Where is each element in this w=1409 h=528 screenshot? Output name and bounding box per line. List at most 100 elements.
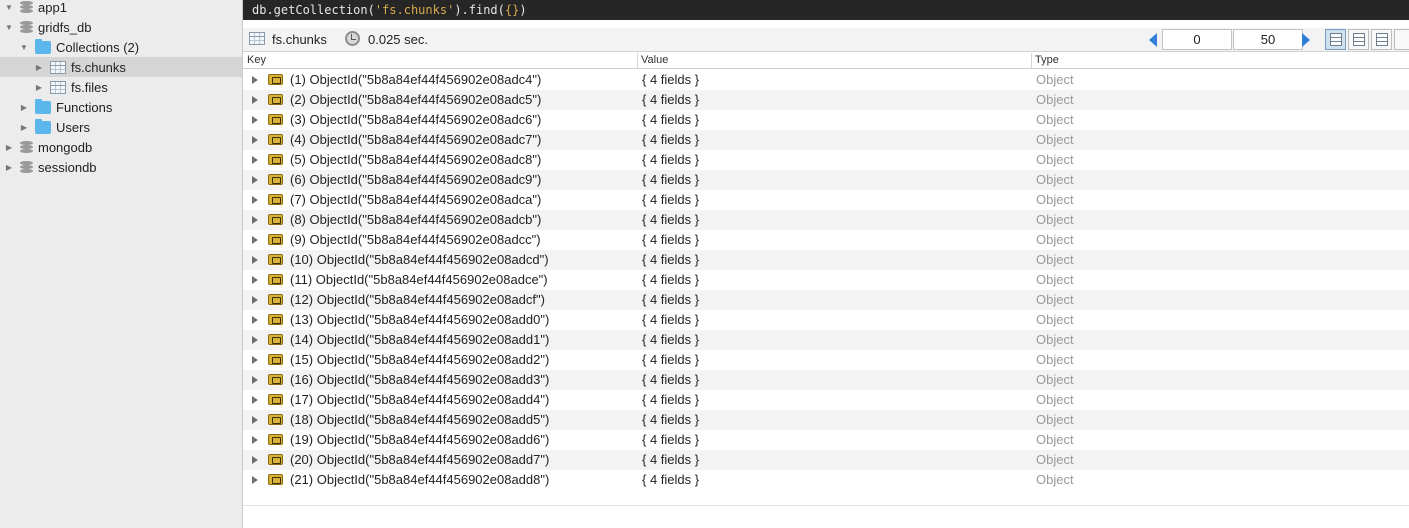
table-row[interactable]: (15) ObjectId("5b8a84ef44f456902e08add2"… (243, 350, 1409, 370)
table-row[interactable]: (6) ObjectId("5b8a84ef44f456902e08adc9")… (243, 170, 1409, 190)
row-key: (14) ObjectId("5b8a84ef44f456902e08add1"… (290, 332, 550, 347)
document-icon (268, 314, 283, 325)
table-view-icon (1353, 33, 1365, 46)
row-type: Object (1036, 72, 1074, 87)
tree-item[interactable]: ▼ gridfs_db (0, 17, 242, 37)
expand-arrow-icon[interactable] (252, 76, 258, 84)
row-key: (4) ObjectId("5b8a84ef44f456902e08adc7") (290, 132, 542, 147)
tree-item-label: mongodb (38, 139, 93, 155)
chevron-right-icon[interactable]: ▶ (34, 62, 44, 72)
expand-arrow-icon[interactable] (252, 256, 258, 264)
text-view-icon (1376, 33, 1388, 46)
query-middle: ).find( (454, 3, 505, 17)
chevron-down-icon[interactable]: ▼ (4, 2, 14, 12)
table-row[interactable]: (2) ObjectId("5b8a84ef44f456902e08adc5")… (243, 90, 1409, 110)
next-page-icon[interactable] (1302, 33, 1310, 47)
expand-arrow-icon[interactable] (252, 136, 258, 144)
limit-input[interactable] (1233, 29, 1303, 50)
custom-view-button[interactable] (1394, 29, 1409, 50)
table-row[interactable]: (4) ObjectId("5b8a84ef44f456902e08adc7")… (243, 130, 1409, 150)
column-header-type[interactable]: Type (1035, 54, 1059, 66)
table-row[interactable]: (19) ObjectId("5b8a84ef44f456902e08add6"… (243, 430, 1409, 450)
chevron-right-icon[interactable]: ▶ (34, 82, 44, 92)
column-separator[interactable] (637, 53, 638, 69)
column-header-value[interactable]: Value (641, 54, 668, 66)
column-separator[interactable] (1031, 53, 1032, 69)
expand-arrow-icon[interactable] (252, 96, 258, 104)
expand-arrow-icon[interactable] (252, 436, 258, 444)
row-value: { 4 fields } (642, 432, 700, 447)
expand-arrow-icon[interactable] (252, 176, 258, 184)
collection-icon (50, 60, 66, 74)
document-icon (268, 474, 283, 485)
tree-item[interactable]: ▶ fs.chunks (0, 57, 242, 77)
expand-arrow-icon[interactable] (252, 216, 258, 224)
expand-arrow-icon[interactable] (252, 316, 258, 324)
results-grid[interactable]: Key Value Type (1) ObjectId("5b8a84ef44f… (243, 53, 1409, 528)
row-value: { 4 fields } (642, 392, 700, 407)
folder-icon (35, 98, 51, 114)
expand-arrow-icon[interactable] (252, 236, 258, 244)
skip-input[interactable] (1162, 29, 1232, 50)
query-text[interactable]: db.getCollection('fs.chunks').find({}) (252, 3, 527, 17)
tree-item[interactable]: ▶ sessiondb (0, 157, 242, 177)
tree-item[interactable]: ▼ app1 (0, 0, 242, 17)
expand-arrow-icon[interactable] (252, 456, 258, 464)
expand-arrow-icon[interactable] (252, 476, 258, 484)
table-row[interactable]: (11) ObjectId("5b8a84ef44f456902e08adce"… (243, 270, 1409, 290)
table-row[interactable]: (18) ObjectId("5b8a84ef44f456902e08add5"… (243, 410, 1409, 430)
table-row[interactable]: (5) ObjectId("5b8a84ef44f456902e08adc8")… (243, 150, 1409, 170)
query-editor[interactable]: db.getCollection('fs.chunks').find({}) (243, 0, 1409, 20)
tree-item[interactable]: ▶ fs.files (0, 77, 242, 97)
chevron-right-icon[interactable]: ▶ (4, 142, 14, 152)
chevron-right-icon[interactable]: ▶ (19, 122, 29, 132)
expand-arrow-icon[interactable] (252, 356, 258, 364)
chevron-right-icon[interactable]: ▶ (19, 102, 29, 112)
table-row[interactable]: (14) ObjectId("5b8a84ef44f456902e08add1"… (243, 330, 1409, 350)
row-key: (7) ObjectId("5b8a84ef44f456902e08adca") (290, 192, 542, 207)
expand-arrow-icon[interactable] (252, 416, 258, 424)
row-key: (15) ObjectId("5b8a84ef44f456902e08add2"… (290, 352, 550, 367)
tree-item[interactable]: ▶ Users (0, 117, 242, 137)
table-row[interactable]: (10) ObjectId("5b8a84ef44f456902e08adcd"… (243, 250, 1409, 270)
table-row[interactable]: (16) ObjectId("5b8a84ef44f456902e08add3"… (243, 370, 1409, 390)
chevron-down-icon[interactable]: ▼ (19, 42, 29, 52)
table-row[interactable]: (3) ObjectId("5b8a84ef44f456902e08adc6")… (243, 110, 1409, 130)
previous-page-icon[interactable] (1149, 33, 1157, 47)
table-row[interactable]: (8) ObjectId("5b8a84ef44f456902e08adcb")… (243, 210, 1409, 230)
tree-item[interactable]: ▶ mongodb (0, 137, 242, 157)
table-row[interactable]: (1) ObjectId("5b8a84ef44f456902e08adc4")… (243, 70, 1409, 90)
expand-arrow-icon[interactable] (252, 336, 258, 344)
expand-arrow-icon[interactable] (252, 396, 258, 404)
table-row[interactable]: (9) ObjectId("5b8a84ef44f456902e08adcc")… (243, 230, 1409, 250)
expand-arrow-icon[interactable] (252, 276, 258, 284)
chevron-right-icon[interactable]: ▶ (4, 162, 14, 172)
column-header-key[interactable]: Key (247, 54, 266, 66)
row-type: Object (1036, 92, 1074, 107)
row-type: Object (1036, 212, 1074, 227)
document-icon (268, 74, 283, 85)
expand-arrow-icon[interactable] (252, 376, 258, 384)
expand-arrow-icon[interactable] (252, 196, 258, 204)
chevron-down-icon[interactable]: ▼ (4, 22, 14, 32)
row-key: (6) ObjectId("5b8a84ef44f456902e08adc9") (290, 172, 542, 187)
tree-item-label: Functions (56, 99, 113, 115)
text-view-button[interactable] (1371, 29, 1392, 50)
connection-tree[interactable]: ▼ app1 ▼ gridfs_db ▼ Collections (2) ▶ fs.chunk… (0, 0, 243, 528)
expand-arrow-icon[interactable] (252, 156, 258, 164)
tree-item-label: gridfs_db (38, 19, 92, 35)
table-row[interactable]: (21) ObjectId("5b8a84ef44f456902e08add8"… (243, 470, 1409, 490)
table-row[interactable]: (12) ObjectId("5b8a84ef44f456902e08adcf"… (243, 290, 1409, 310)
tree-item[interactable]: ▼ Collections (2) (0, 37, 242, 57)
expand-arrow-icon[interactable] (252, 296, 258, 304)
table-view-button[interactable] (1348, 29, 1369, 50)
table-row[interactable]: (7) ObjectId("5b8a84ef44f456902e08adca")… (243, 190, 1409, 210)
table-row[interactable]: (20) ObjectId("5b8a84ef44f456902e08add7"… (243, 450, 1409, 470)
document-icon (268, 234, 283, 245)
expand-arrow-icon[interactable] (252, 116, 258, 124)
tree-item[interactable]: ▶ Functions (0, 97, 242, 117)
table-row[interactable]: (17) ObjectId("5b8a84ef44f456902e08add4"… (243, 390, 1409, 410)
table-row[interactable]: (13) ObjectId("5b8a84ef44f456902e08add0"… (243, 310, 1409, 330)
tree-view-button[interactable] (1325, 29, 1346, 50)
document-icon (268, 254, 283, 265)
